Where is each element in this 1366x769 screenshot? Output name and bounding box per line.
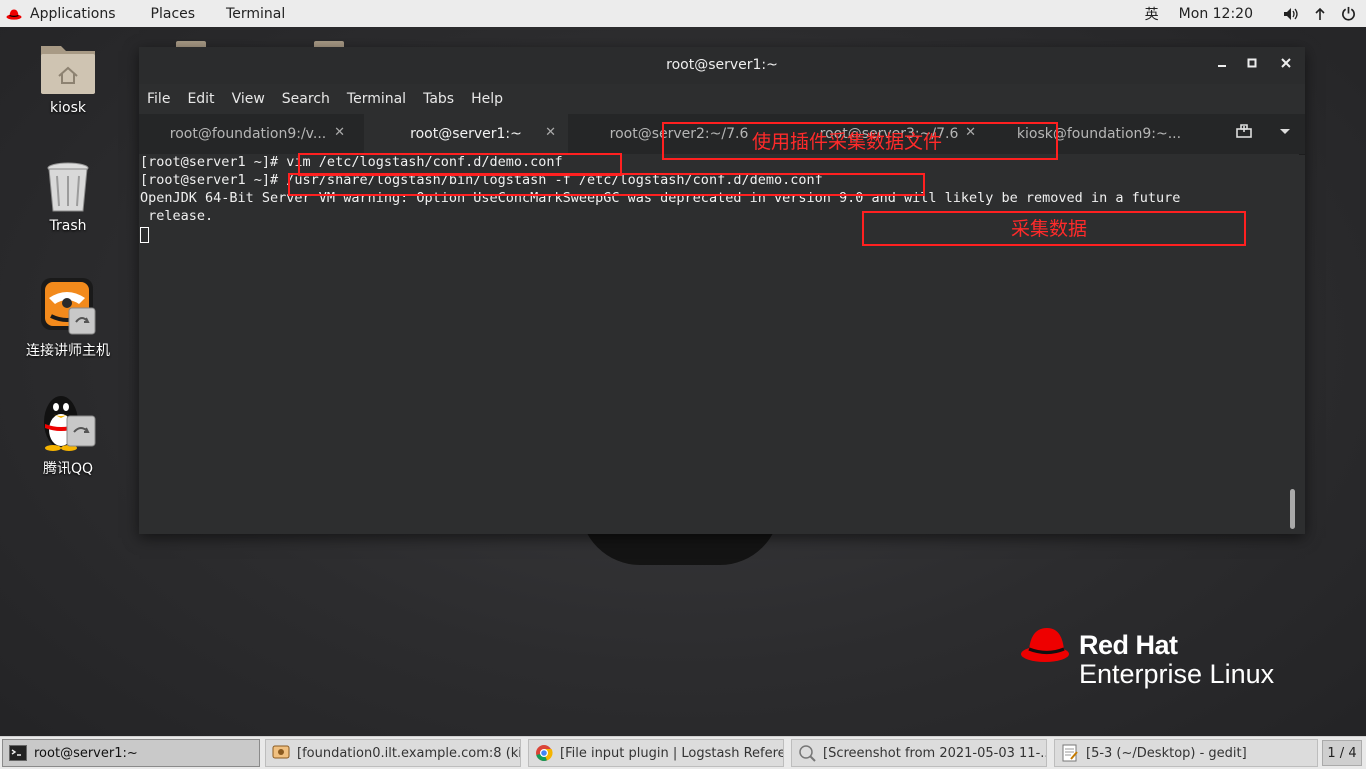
- window-title: root@server1:~: [666, 57, 778, 73]
- terminal-cursor: [140, 227, 149, 243]
- network-icon[interactable]: [1313, 7, 1327, 21]
- image-viewer-icon: [797, 743, 817, 763]
- terminal-app-label: Terminal: [226, 5, 286, 22]
- terminal-icon: [8, 743, 28, 763]
- desktop-icon-label: kiosk: [50, 100, 86, 116]
- tab-foundation9[interactable]: root@foundation9:/v... ✕: [139, 114, 357, 154]
- chevron-down-icon: [1280, 129, 1290, 134]
- redhat-logo-icon: [6, 9, 22, 20]
- menu-terminal[interactable]: Terminal: [347, 91, 406, 107]
- minimize-button[interactable]: [1213, 56, 1231, 74]
- taskbar-item-browser[interactable]: [File input plugin | Logstash Refere...: [528, 739, 784, 767]
- new-tab-button[interactable]: [1236, 124, 1252, 142]
- taskbar-item-terminal[interactable]: root@server1:~: [2, 739, 260, 767]
- menu-file[interactable]: File: [147, 91, 170, 107]
- desktop-icon-label: 连接讲师主机: [26, 343, 110, 359]
- applications-label: Applications: [30, 5, 116, 22]
- clock[interactable]: Mon 12:20: [1179, 6, 1253, 22]
- taskbar-item-label: [Screenshot from 2021-05-03 11-...: [823, 745, 1047, 761]
- desktop-icon-remote[interactable]: 连接讲师主机: [8, 276, 128, 360]
- menu-help[interactable]: Help: [471, 91, 503, 107]
- redhat-brand: Red Hat Enterprise Linux: [1020, 626, 1290, 696]
- home-folder-icon: [41, 46, 95, 94]
- input-method-indicator[interactable]: 英: [1145, 4, 1159, 24]
- volume-icon[interactable]: [1283, 7, 1299, 21]
- places-label: Places: [150, 5, 196, 22]
- taskbar-item-label: [foundation0.ilt.example.com:8 (kio...: [297, 745, 521, 761]
- maximize-button[interactable]: [1243, 56, 1261, 74]
- close-window-button[interactable]: [1277, 56, 1295, 74]
- brand-line2: Enterprise Linux: [1079, 659, 1275, 689]
- minimize-icon: [1218, 65, 1226, 67]
- remote-desktop-icon: [41, 278, 96, 335]
- taskbar-item-label: root@server1:~: [34, 745, 138, 761]
- places-menu[interactable]: Places: [144, 6, 208, 22]
- taskbar-item-vnc[interactable]: [foundation0.ilt.example.com:8 (kio...: [265, 739, 521, 767]
- qq-penguin-icon: [44, 396, 96, 451]
- menu-bar: File Edit View Search Terminal Tabs Help: [139, 84, 1305, 114]
- desktop-icon-label: 腾讯QQ: [42, 461, 94, 477]
- terminal-scrollbar[interactable]: [1290, 489, 1295, 529]
- annotation-box-logstash: [288, 173, 925, 196]
- close-icon: [1281, 58, 1291, 68]
- taskbar: root@server1:~ [foundation0.ilt.example.…: [0, 736, 1366, 769]
- terminal-app-menu[interactable]: Terminal: [219, 6, 297, 22]
- desktop-icon-trash[interactable]: Trash: [8, 160, 128, 234]
- taskbar-item-label: [File input plugin | Logstash Refere...: [560, 745, 784, 761]
- workspace-pager[interactable]: 1 / 4: [1322, 740, 1362, 766]
- tab-list-button[interactable]: [1279, 124, 1291, 140]
- terminal-window: root@server1:~ File Edit View Search Ter…: [139, 47, 1305, 534]
- window-titlebar[interactable]: root@server1:~: [139, 47, 1305, 84]
- new-tab-icon: [1236, 124, 1252, 138]
- tab-label: root@server1:~: [410, 126, 522, 142]
- tab-close-icon[interactable]: ✕: [545, 125, 556, 140]
- taskbar-item-gedit[interactable]: [5-3 (~/Desktop) - gedit]: [1054, 739, 1318, 767]
- menu-search[interactable]: Search: [282, 91, 330, 107]
- remote-viewer-icon: [271, 743, 291, 763]
- chrome-icon: [534, 743, 554, 763]
- desktop-icon-label: Trash: [49, 218, 87, 234]
- annotation-note1: 使用插件采集数据文件: [752, 131, 943, 153]
- menu-edit[interactable]: Edit: [187, 91, 214, 107]
- menu-tabs[interactable]: Tabs: [423, 91, 454, 107]
- annotation-note2: 采集数据: [1011, 218, 1088, 240]
- tab-server1[interactable]: root@server1:~ ✕: [364, 114, 568, 154]
- terminal-line: release.: [140, 208, 214, 224]
- taskbar-item-label: [5-3 (~/Desktop) - gedit]: [1086, 745, 1247, 761]
- brand-line1: Red Hat: [1079, 630, 1178, 660]
- desktop-icon-kiosk[interactable]: kiosk: [8, 40, 128, 116]
- menu-view[interactable]: View: [232, 91, 265, 107]
- power-icon[interactable]: [1341, 6, 1356, 21]
- redhat-hat-logo-icon: [1021, 628, 1069, 662]
- tab-label: root@foundation9:/v...: [169, 126, 327, 142]
- trash-icon: [47, 162, 89, 212]
- taskbar-item-image-viewer[interactable]: [Screenshot from 2021-05-03 11-...: [791, 739, 1047, 767]
- text-editor-icon: [1060, 743, 1080, 763]
- applications-menu[interactable]: Applications: [6, 6, 128, 22]
- maximize-icon: [1247, 58, 1257, 68]
- tab-close-icon[interactable]: ✕: [334, 125, 345, 140]
- desktop-icon-qq[interactable]: 腾讯QQ: [8, 392, 128, 478]
- top-bar: Applications Places Terminal 英 Mon 12:20: [0, 0, 1366, 27]
